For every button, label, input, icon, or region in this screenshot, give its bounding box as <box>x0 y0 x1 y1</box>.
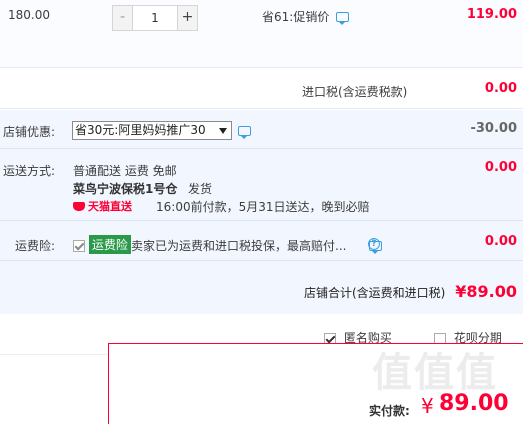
order-summary-panel: 店铺优惠: 省30元:阿里妈妈推广30 -30.00 运送方式: 普通配送 运费… <box>0 110 523 314</box>
message-icon[interactable] <box>238 126 251 139</box>
discount-select[interactable]: 省30元:阿里妈妈推广30 <box>72 121 232 140</box>
original-price: 180.00 <box>8 8 50 22</box>
divider <box>0 220 523 221</box>
item-row: 180.00 - 1 + 省61:促销价 119.00 <box>0 0 523 68</box>
import-tax-row: 进口税(含运费税款) 0.00 <box>0 69 523 109</box>
shipping-label: 运送方式: <box>3 164 56 178</box>
warehouse-name: 菜鸟宁波保税1号仓 <box>73 182 178 196</box>
increase-button[interactable]: + <box>177 6 197 30</box>
import-tax-label: 进口税(含运费税款) <box>302 85 408 99</box>
item-subtotal: 119.00 <box>466 7 517 22</box>
chevron-down-icon <box>219 128 227 134</box>
insurance-value: 0.00 <box>484 234 517 249</box>
divider <box>0 148 523 149</box>
shop-discount-value: -30.00 <box>470 121 517 136</box>
tmall-cat-icon <box>73 202 85 211</box>
message-icon[interactable] <box>336 12 349 25</box>
insurance-tag: 运费险 <box>88 235 131 254</box>
shop-total-value: ¥89.00 <box>455 282 517 301</box>
shipping-value: 0.00 <box>484 160 517 175</box>
tmall-direct-label: 天猫直送 <box>88 200 132 213</box>
import-tax-value: 0.00 <box>484 81 517 96</box>
shop-discount-label: 店铺优惠: <box>3 125 56 139</box>
watermark-logo: 值值值 <box>372 350 498 396</box>
quantity-stepper[interactable]: - 1 + <box>112 5 198 31</box>
promo-text: 省61:促销价 <box>262 10 330 24</box>
ship-action: 发货 <box>188 182 213 196</box>
insurance-label: 运费险: <box>15 239 56 253</box>
divider <box>0 260 523 261</box>
decrease-button[interactable]: - <box>113 6 133 30</box>
insurance-checkbox[interactable] <box>73 239 85 252</box>
shop-total-label: 店铺合计(含运费和进口税) <box>304 286 446 300</box>
insurance-text: 卖家已为运费和进口税投保，最高赔付... <box>131 239 347 253</box>
delivery-eta: 16:00前付款，5月31日送达，晚到必赔 <box>156 200 370 214</box>
quantity-input[interactable]: 1 <box>133 6 177 30</box>
discount-select-value: 省30元:阿里妈妈推广30 <box>75 123 206 137</box>
help-icon[interactable]: ? <box>368 238 380 250</box>
tmall-direct: 天猫直送 <box>73 198 132 214</box>
shipping-method: 普通配送 运费 免邮 <box>73 164 177 178</box>
insurance-option: 运费险 <box>73 235 131 254</box>
payment-label: 实付款: <box>369 404 410 418</box>
